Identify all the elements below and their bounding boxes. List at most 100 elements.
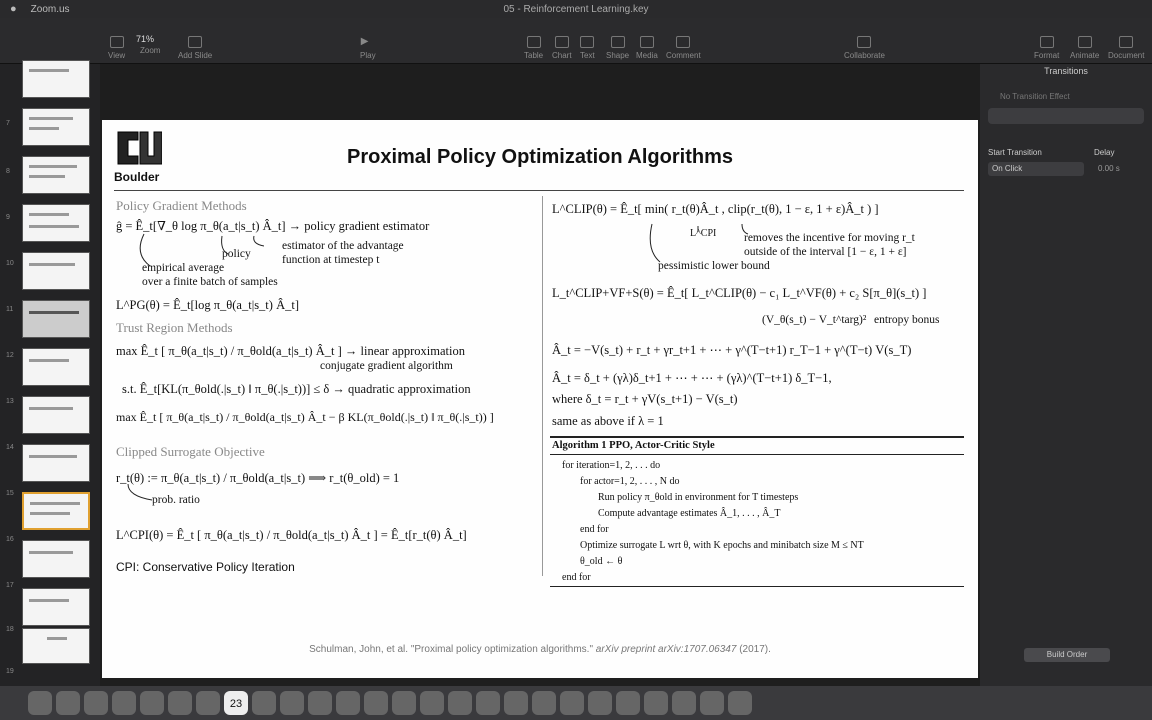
slide[interactable]: Boulder Proximal Policy Optimization Alg… bbox=[102, 120, 978, 678]
note-advantage-2: function at timestep t bbox=[282, 254, 380, 266]
system-preferences-icon[interactable] bbox=[504, 691, 528, 715]
safari-icon[interactable] bbox=[84, 691, 108, 715]
add-slide-button[interactable]: Add Slide bbox=[178, 36, 212, 60]
format-button[interactable]: Format bbox=[1034, 36, 1059, 60]
maps-icon[interactable] bbox=[168, 691, 192, 715]
launchpad-icon[interactable] bbox=[56, 691, 80, 715]
play-button[interactable]: ▶ Play bbox=[360, 36, 376, 60]
slide-thumbnail[interactable] bbox=[22, 108, 90, 146]
collaborate-button[interactable]: Collaborate bbox=[844, 36, 885, 60]
add-effect-button[interactable] bbox=[988, 108, 1144, 124]
slide-thumbnail[interactable] bbox=[22, 444, 90, 482]
slide-thumbnail-selected[interactable] bbox=[22, 492, 90, 530]
algo-top-rule bbox=[550, 436, 964, 438]
zoom-select[interactable]: 71% bbox=[136, 34, 154, 44]
chart-button[interactable]: Chart bbox=[552, 36, 572, 60]
calendar-icon[interactable]: 23 bbox=[224, 691, 248, 715]
slide-navigator: 7 8 9 10 11 12 13 14 15 16 17 18 19 bbox=[0, 60, 100, 686]
pages-icon[interactable] bbox=[476, 691, 500, 715]
document-button[interactable]: Document bbox=[1108, 36, 1144, 60]
preview-icon[interactable] bbox=[616, 691, 640, 715]
slide-number: 19 bbox=[6, 668, 14, 675]
algo-mid-rule bbox=[550, 454, 964, 455]
toolbar: View 71% Zoom Add Slide ▶ Play Table Char… bbox=[0, 18, 1152, 64]
slide-number: 7 bbox=[6, 120, 10, 127]
keynote-icon[interactable] bbox=[448, 691, 472, 715]
algo-line: θ_old ← θ bbox=[580, 556, 623, 567]
messages-icon[interactable] bbox=[112, 691, 136, 715]
appstore-icon[interactable] bbox=[392, 691, 416, 715]
vlc-icon[interactable] bbox=[644, 691, 668, 715]
build-order-button[interactable]: Build Order bbox=[1024, 648, 1110, 662]
slide-thumbnail[interactable] bbox=[22, 204, 90, 242]
slide-thumbnail[interactable] bbox=[22, 588, 90, 626]
reminders-icon[interactable] bbox=[280, 691, 304, 715]
zoom-button[interactable]: Zoom bbox=[140, 46, 160, 55]
music-icon[interactable] bbox=[336, 691, 360, 715]
photos-icon[interactable] bbox=[196, 691, 220, 715]
eq-advantage-2: Â_t = δ_t + (γλ)δ_t+1 + ⋯ + ⋯ + (γλ)^(T−… bbox=[552, 371, 832, 385]
comment-button[interactable]: Comment bbox=[666, 36, 701, 60]
note-conjugate-gradient: conjugate gradient algorithm bbox=[320, 360, 453, 372]
algo-title: Algorithm 1 PPO, Actor-Critic Style bbox=[552, 440, 715, 451]
citation: Schulman, John, et al. "Proximal policy … bbox=[309, 644, 771, 655]
tv-icon[interactable] bbox=[364, 691, 388, 715]
slide-thumbnail[interactable] bbox=[22, 252, 90, 290]
start-transition-select[interactable]: On Click bbox=[988, 162, 1084, 176]
slide-canvas: Boulder Proximal Policy Optimization Alg… bbox=[100, 64, 980, 686]
algo-line: for actor=1, 2, . . . , N do bbox=[580, 476, 680, 487]
slide-number: 11 bbox=[6, 306, 14, 313]
title-divider bbox=[114, 190, 964, 191]
contacts-icon[interactable] bbox=[252, 691, 276, 715]
view-button[interactable]: View bbox=[108, 36, 125, 60]
slide-number: 10 bbox=[6, 260, 14, 267]
terminal-icon[interactable] bbox=[532, 691, 556, 715]
slide-number: 12 bbox=[6, 352, 14, 359]
play-icon: ▶ bbox=[360, 36, 369, 47]
text-button[interactable]: Text bbox=[580, 36, 595, 60]
inspector-panel: Transitions No Transition Effect Start T… bbox=[980, 64, 1152, 686]
inspector-tab-transitions[interactable]: Transitions bbox=[980, 66, 1152, 76]
zoom-icon[interactable] bbox=[588, 691, 612, 715]
slide-title: Proximal Policy Optimization Algorithms bbox=[347, 146, 733, 168]
trash-icon[interactable] bbox=[728, 691, 752, 715]
facetime-icon[interactable] bbox=[672, 691, 696, 715]
note-advantage-1: estimator of the advantage bbox=[282, 240, 404, 252]
slide-thumbnail[interactable] bbox=[22, 300, 90, 338]
slide-thumbnail[interactable] bbox=[22, 348, 90, 386]
collaborate-icon bbox=[857, 36, 872, 48]
slide-thumbnail[interactable] bbox=[22, 156, 90, 194]
add-slide-icon bbox=[188, 36, 203, 48]
animate-icon bbox=[1077, 36, 1092, 48]
eq-trust-region-constraint: s.t. Ê_t[KL(π_θold(.|s_t) ‖ π_θ(.|s_t))]… bbox=[122, 382, 471, 396]
notes-icon[interactable] bbox=[308, 691, 332, 715]
slide-number: 13 bbox=[6, 398, 14, 405]
table-icon bbox=[526, 36, 541, 48]
chart-icon bbox=[554, 36, 569, 48]
note-clip-1: removes the incentive for moving r_t bbox=[744, 232, 915, 244]
section-clipped-surrogate: Clipped Surrogate Objective bbox=[116, 444, 265, 459]
slide-number: 17 bbox=[6, 582, 14, 589]
slide-thumbnail[interactable] bbox=[22, 396, 90, 434]
numbers-icon[interactable] bbox=[420, 691, 444, 715]
animate-button[interactable]: Animate bbox=[1070, 36, 1099, 60]
note-value-loss: (V_θ(s_t) − V_t^targ)² bbox=[762, 314, 867, 326]
note-clip-2: outside of the interval [1 − ε, 1 + ε] bbox=[744, 246, 907, 258]
mail-icon[interactable] bbox=[140, 691, 164, 715]
finder-icon[interactable] bbox=[28, 691, 52, 715]
table-button[interactable]: Table bbox=[524, 36, 543, 60]
eq-lambda-note: same as above if λ = 1 bbox=[552, 414, 664, 428]
eq-advantage-1: Â_t = −V(s_t) + r_t + γr_t+1 + ⋯ + γ^(T−… bbox=[552, 343, 912, 357]
slide-thumbnail[interactable] bbox=[22, 60, 90, 98]
algo-line: Optimize surrogate L wrt θ, with K epoch… bbox=[580, 540, 864, 551]
media-button[interactable]: Media bbox=[636, 36, 658, 60]
media-icon bbox=[639, 36, 654, 48]
vscode-icon[interactable] bbox=[560, 691, 584, 715]
slide-thumbnail[interactable] bbox=[22, 540, 90, 578]
shape-button[interactable]: Shape bbox=[606, 36, 629, 60]
eq-lcpi: L^CPI(θ) = Ê_t [ π_θ(a_t|s_t) / π_θold(a… bbox=[116, 528, 467, 542]
downloads-icon[interactable] bbox=[700, 691, 724, 715]
delay-input[interactable]: 0.00 s bbox=[1094, 162, 1144, 176]
slide-number: 8 bbox=[6, 168, 10, 175]
slide-thumbnail[interactable] bbox=[22, 628, 90, 664]
